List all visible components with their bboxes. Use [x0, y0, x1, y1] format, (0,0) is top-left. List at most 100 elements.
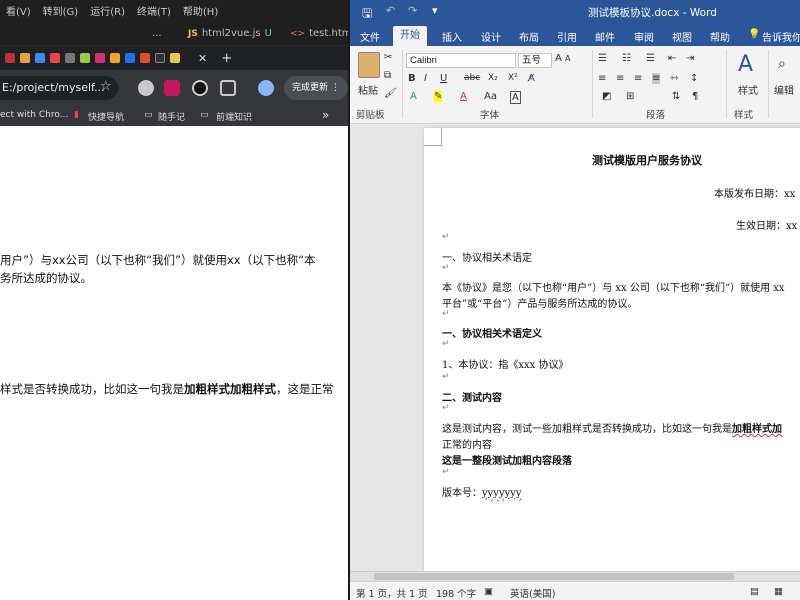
scroll-thumb[interactable] [374, 573, 734, 580]
paste-icon[interactable] [358, 52, 380, 78]
cut-icon[interactable]: ✂ [384, 52, 392, 63]
bookmark-item[interactable]: ect with Chro... [0, 110, 68, 120]
italic-button[interactable]: I [424, 73, 427, 84]
update-button[interactable]: 完成更新 ⋮ [284, 76, 348, 100]
new-tab-button[interactable]: + [221, 51, 232, 66]
tab-favicon[interactable] [20, 53, 30, 63]
tab-favicon[interactable] [125, 53, 135, 63]
clear-formatting-icon[interactable]: A̸ [528, 73, 535, 84]
copy-icon[interactable]: ⧉ [384, 70, 391, 81]
sort-icon[interactable]: ⇅ [672, 91, 680, 102]
tab-insert[interactable]: 插入 [442, 29, 462, 44]
proofing-icon[interactable]: ▣ [484, 586, 493, 597]
bullets-icon[interactable]: ☰ [598, 53, 607, 64]
align-left-icon[interactable]: ≡ [598, 73, 606, 84]
highlight-icon[interactable]: ✎ [434, 91, 443, 102]
more-bookmarks-button[interactable]: » [322, 108, 329, 122]
justify-icon[interactable]: ≡ [652, 73, 661, 84]
tab-favicon[interactable] [5, 53, 15, 63]
extension-icon[interactable] [164, 80, 180, 96]
styles-button[interactable]: 样式 [738, 82, 758, 97]
profile-avatar[interactable] [258, 80, 274, 96]
document-page[interactable]: 测试模版用户服务协议 本版发布日期：xx 生效日期：xx ↵ 一、协议相关术语定… [424, 128, 800, 588]
page-count[interactable]: 第 1 页，共 1 页 [356, 586, 428, 600]
extension-icon[interactable] [138, 80, 154, 96]
print-layout-icon[interactable]: ▦ [774, 586, 783, 597]
shrink-font-icon[interactable]: A [565, 54, 570, 63]
shading-icon[interactable]: ◩ [602, 91, 611, 102]
menu-view[interactable]: 看(V) [0, 3, 37, 18]
more-actions-button[interactable]: ... [152, 21, 162, 46]
tab-favicon[interactable] [95, 53, 105, 63]
font-size-select[interactable]: 五号 [518, 53, 552, 68]
paste-button[interactable]: 粘贴 [358, 82, 378, 97]
align-right-icon[interactable]: ≡ [634, 73, 642, 84]
find-icon[interactable]: ⌕ [778, 56, 786, 72]
char-border-icon[interactable]: A [510, 91, 521, 104]
tab-references[interactable]: 引用 [557, 29, 577, 44]
strikethrough-button[interactable]: abc [464, 73, 480, 83]
numbering-icon[interactable]: ☷ [622, 53, 631, 64]
extensions-puzzle-icon[interactable] [220, 80, 236, 96]
bold-button[interactable]: B [408, 73, 416, 84]
lightbulb-icon[interactable]: 💡 [748, 29, 760, 40]
bookmark-item[interactable]: 随手记 [158, 110, 185, 123]
tab-help[interactable]: 帮助 [710, 29, 730, 44]
menu-help[interactable]: 帮助(H) [177, 3, 224, 18]
tab-favicon[interactable] [35, 53, 45, 63]
decrease-indent-icon[interactable]: ⇤ [668, 53, 676, 64]
tab-layout[interactable]: 布局 [519, 29, 539, 44]
effective-date: 生效日期：xx [736, 221, 798, 232]
borders-icon[interactable]: ⊞ [626, 91, 634, 102]
format-painter-icon[interactable]: 🖌 [384, 88, 397, 99]
align-center-icon[interactable]: ≡ [616, 73, 624, 84]
menu-goto[interactable]: 转到(G) [37, 3, 85, 18]
tab-review[interactable]: 审阅 [634, 29, 654, 44]
language-indicator[interactable]: 英语(美国) [510, 586, 555, 600]
tab-favicon[interactable] [155, 53, 165, 63]
tab-mailings[interactable]: 邮件 [595, 29, 615, 44]
font-color-icon[interactable]: A [460, 91, 467, 102]
grow-font-icon[interactable]: A [555, 53, 562, 64]
distributed-icon[interactable]: ⇿ [670, 73, 678, 84]
bookmark-item[interactable]: 快捷导航 [88, 110, 124, 123]
tab-favicon[interactable] [50, 53, 60, 63]
tab-view[interactable]: 视图 [672, 29, 692, 44]
menu-terminal[interactable]: 终端(T) [131, 3, 177, 18]
increase-indent-icon[interactable]: ⇥ [686, 53, 694, 64]
close-tab-icon[interactable]: ✕ [198, 52, 207, 65]
undo-icon[interactable]: ↶ [386, 4, 395, 17]
superscript-button[interactable]: X² [508, 73, 518, 83]
change-case-button[interactable]: Aa [484, 91, 497, 102]
tab-favicon[interactable] [80, 53, 90, 63]
tab-favicon[interactable] [170, 53, 180, 63]
show-marks-icon[interactable]: ¶ [692, 91, 698, 102]
menu-run[interactable]: 运行(R) [84, 3, 131, 18]
underline-button[interactable]: U [440, 73, 447, 84]
subscript-button[interactable]: X₂ [488, 73, 498, 83]
tab-design[interactable]: 设计 [481, 29, 501, 44]
styles-gallery-icon[interactable]: A [738, 52, 753, 77]
multilevel-icon[interactable]: ☰ [646, 53, 655, 64]
text-effects-icon[interactable]: A [410, 91, 417, 102]
tab-favicon[interactable] [140, 53, 150, 63]
bookmark-item[interactable]: 前端知识 [216, 110, 252, 123]
font-name-select[interactable]: Calibri [406, 53, 516, 68]
tab-favicon[interactable] [110, 53, 120, 63]
horizontal-scrollbar[interactable] [350, 571, 800, 581]
save-icon[interactable]: 🖫 [362, 4, 372, 25]
tell-me-search[interactable]: 告诉我你 [762, 29, 800, 44]
redo-icon[interactable]: ↷ [408, 4, 417, 17]
extension-icon[interactable] [192, 80, 208, 96]
read-mode-icon[interactable]: ▤ [750, 586, 759, 597]
customize-toolbar-icon[interactable]: ▾ [432, 4, 438, 17]
tab-file[interactable]: 文件 [360, 29, 380, 44]
editing-button[interactable]: 编辑 [774, 82, 794, 97]
bookmark-star-icon[interactable]: ☆ [100, 79, 112, 94]
line-spacing-icon[interactable]: ↕ [690, 73, 698, 84]
word-count[interactable]: 198 个字 [436, 586, 476, 600]
tab-html2vue[interactable]: JS html2vue.js U [188, 21, 272, 46]
tab-test-html[interactable]: <> test.html [290, 21, 348, 46]
tab-home[interactable]: 开始 [393, 26, 427, 46]
tab-favicon[interactable] [65, 53, 75, 63]
